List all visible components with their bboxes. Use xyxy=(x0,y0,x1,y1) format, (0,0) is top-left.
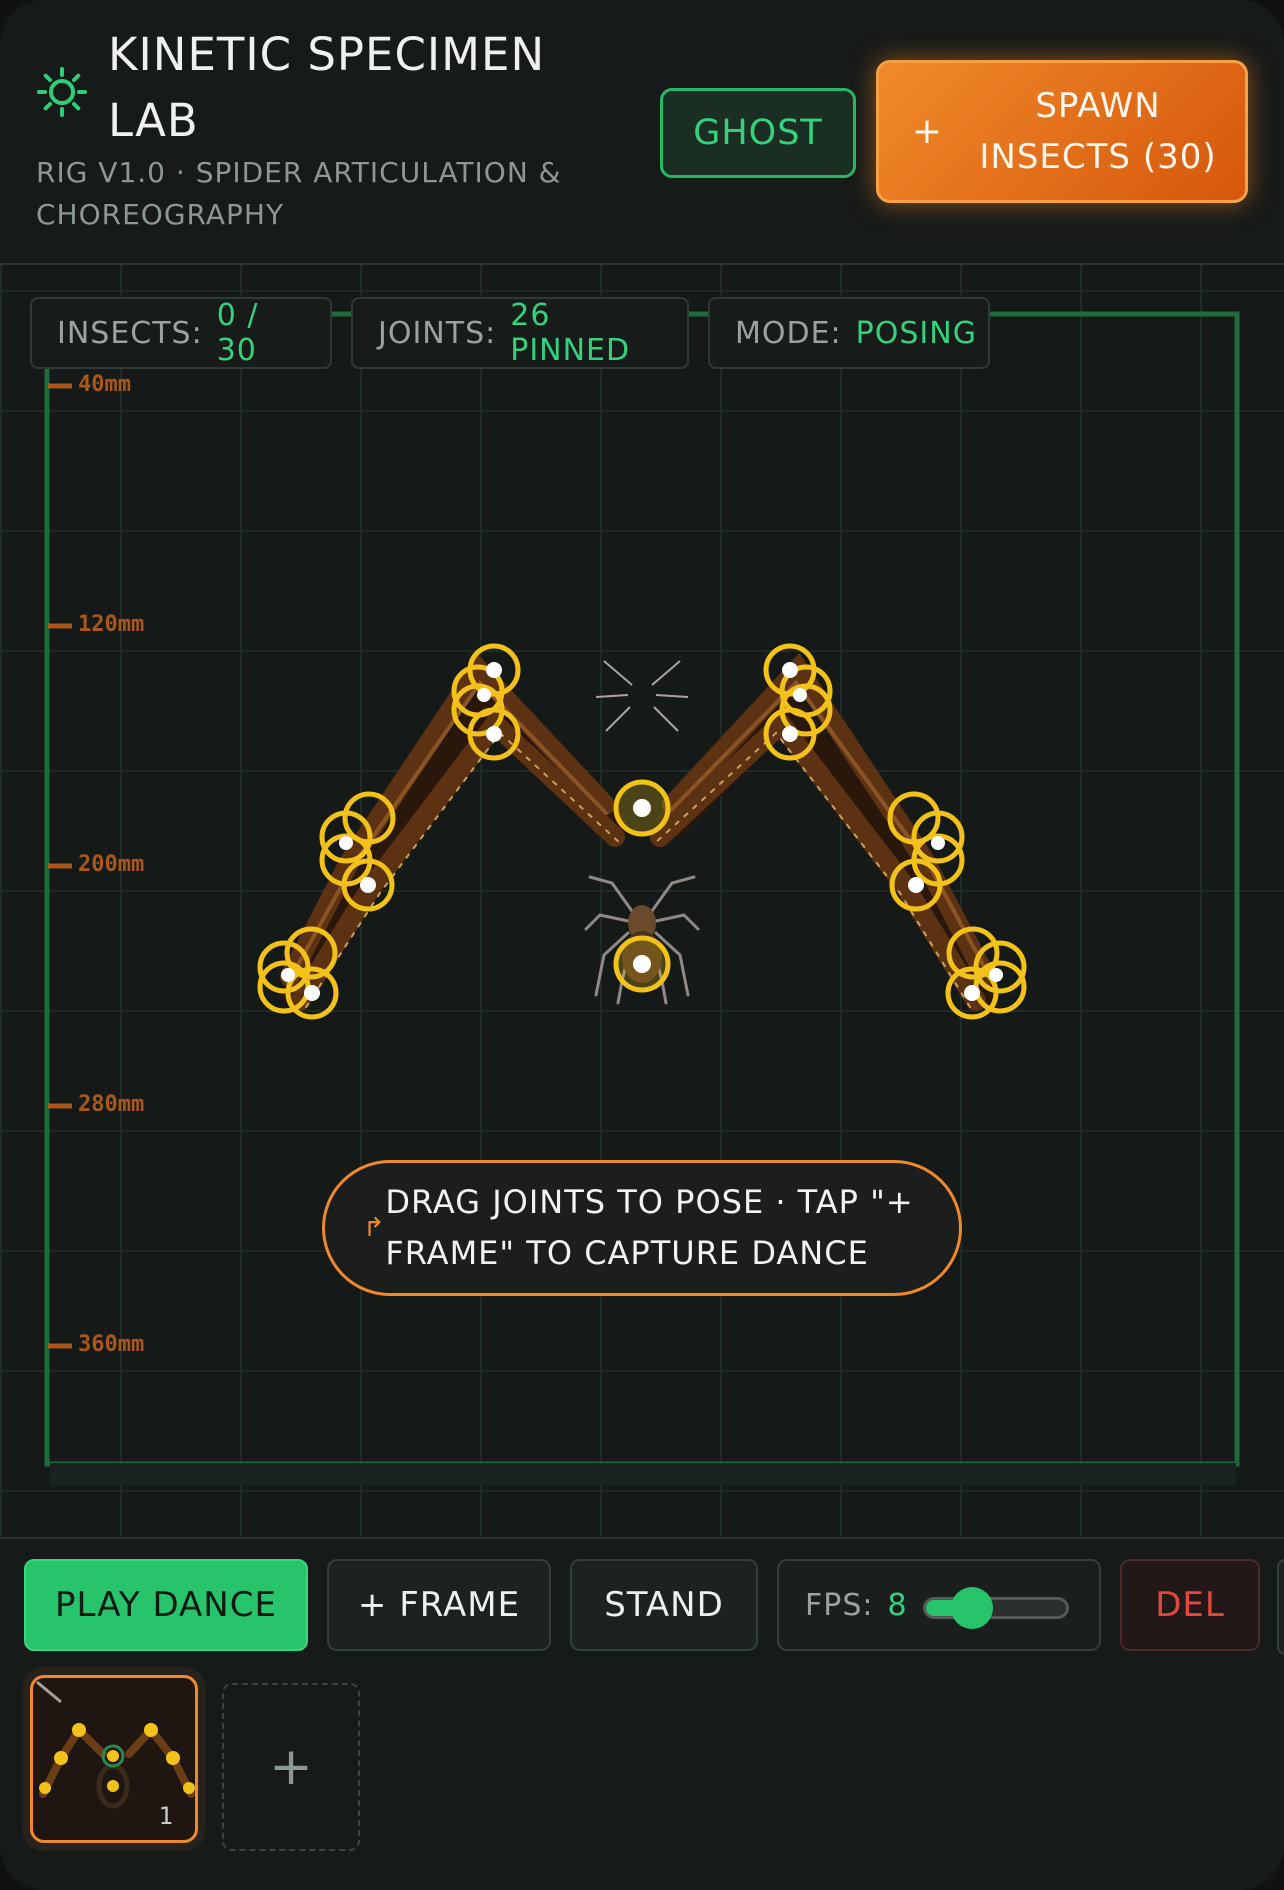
fps-control: FPS: 8 xyxy=(777,1559,1101,1651)
insects-key: INSECTS: xyxy=(57,315,203,351)
frame-thumbnail-1[interactable]: 1 xyxy=(30,1675,198,1843)
frame-base xyxy=(50,1463,1236,1485)
joints-key: JOINTS: xyxy=(378,315,497,351)
ruler-label-360: 360mm xyxy=(78,1332,145,1357)
ruler-label-120: 120mm xyxy=(78,612,145,637)
ruler-label-40: 40mm xyxy=(78,372,131,397)
fps-slider[interactable] xyxy=(923,1587,1069,1629)
mode-value: POSING xyxy=(855,315,977,351)
joints-value: 26 PINNED xyxy=(510,298,631,368)
ruler-ticks xyxy=(48,383,72,1349)
app-title: KINETIC SPECIMEN LAB xyxy=(108,28,546,147)
fps-slider-knob[interactable] xyxy=(951,1587,994,1629)
header: KINETIC SPECIMEN LAB RIG V1.0 · SPIDER A… xyxy=(0,0,1284,265)
insects-counter: INSECTS: 0 / 30 xyxy=(30,297,332,369)
spawn-insects-button[interactable]: + SPAWN INSECTS (30) xyxy=(876,60,1248,203)
ruler-label-280: 280mm xyxy=(78,1092,145,1117)
frame-number: 1 xyxy=(158,1802,173,1830)
plus-icon: + xyxy=(911,111,943,152)
overflow-button-edge[interactable] xyxy=(1277,1559,1284,1655)
posing-canvas[interactable]: INSECTS: 0 / 30 JOINTS: 26 PINNED MODE: … xyxy=(0,265,1284,1537)
rig-drawing xyxy=(44,311,1240,1485)
add-frame-button[interactable]: + FRAME xyxy=(327,1559,551,1651)
sun-gear-icon xyxy=(37,67,87,117)
bottom-toolbar: PLAY DANCE + FRAME STAND FPS: 8 DEL 1 + xyxy=(0,1537,1284,1890)
fps-key: FPS: xyxy=(805,1587,874,1623)
hint-text: DRAG JOINTS TO POSE · TAP "+ FRAME" TO C… xyxy=(385,1183,914,1272)
joints-counter: JOINTS: 26 PINNED xyxy=(351,297,689,369)
add-frame-slot[interactable]: + xyxy=(222,1683,360,1851)
frame-thumbnail-preview xyxy=(36,1680,195,1809)
app-subtitle: RIG V1.0 · SPIDER ARTICULATION & CHOREOG… xyxy=(36,156,562,231)
app-window: KINETIC SPECIMEN LAB RIG V1.0 · SPIDER A… xyxy=(0,0,1284,1890)
stand-button[interactable]: STAND xyxy=(570,1559,758,1651)
hint-toast: ↱ DRAG JOINTS TO POSE · TAP "+ FRAME" TO… xyxy=(322,1160,962,1296)
turn-arrow-icon: ↱ xyxy=(363,1213,385,1243)
mode-key: MODE: xyxy=(735,315,842,351)
ghost-button[interactable]: GHOST xyxy=(660,88,856,178)
ruler-label-200: 200mm xyxy=(78,852,145,877)
spawn-insects-label: SPAWN INSECTS (30) xyxy=(979,85,1217,177)
insects-value: 0 / 30 xyxy=(216,298,259,368)
delete-button[interactable]: DEL xyxy=(1120,1559,1260,1651)
play-dance-button[interactable]: PLAY DANCE xyxy=(24,1559,308,1651)
mode-indicator: MODE: POSING xyxy=(708,297,990,369)
fps-value: 8 xyxy=(887,1587,908,1623)
